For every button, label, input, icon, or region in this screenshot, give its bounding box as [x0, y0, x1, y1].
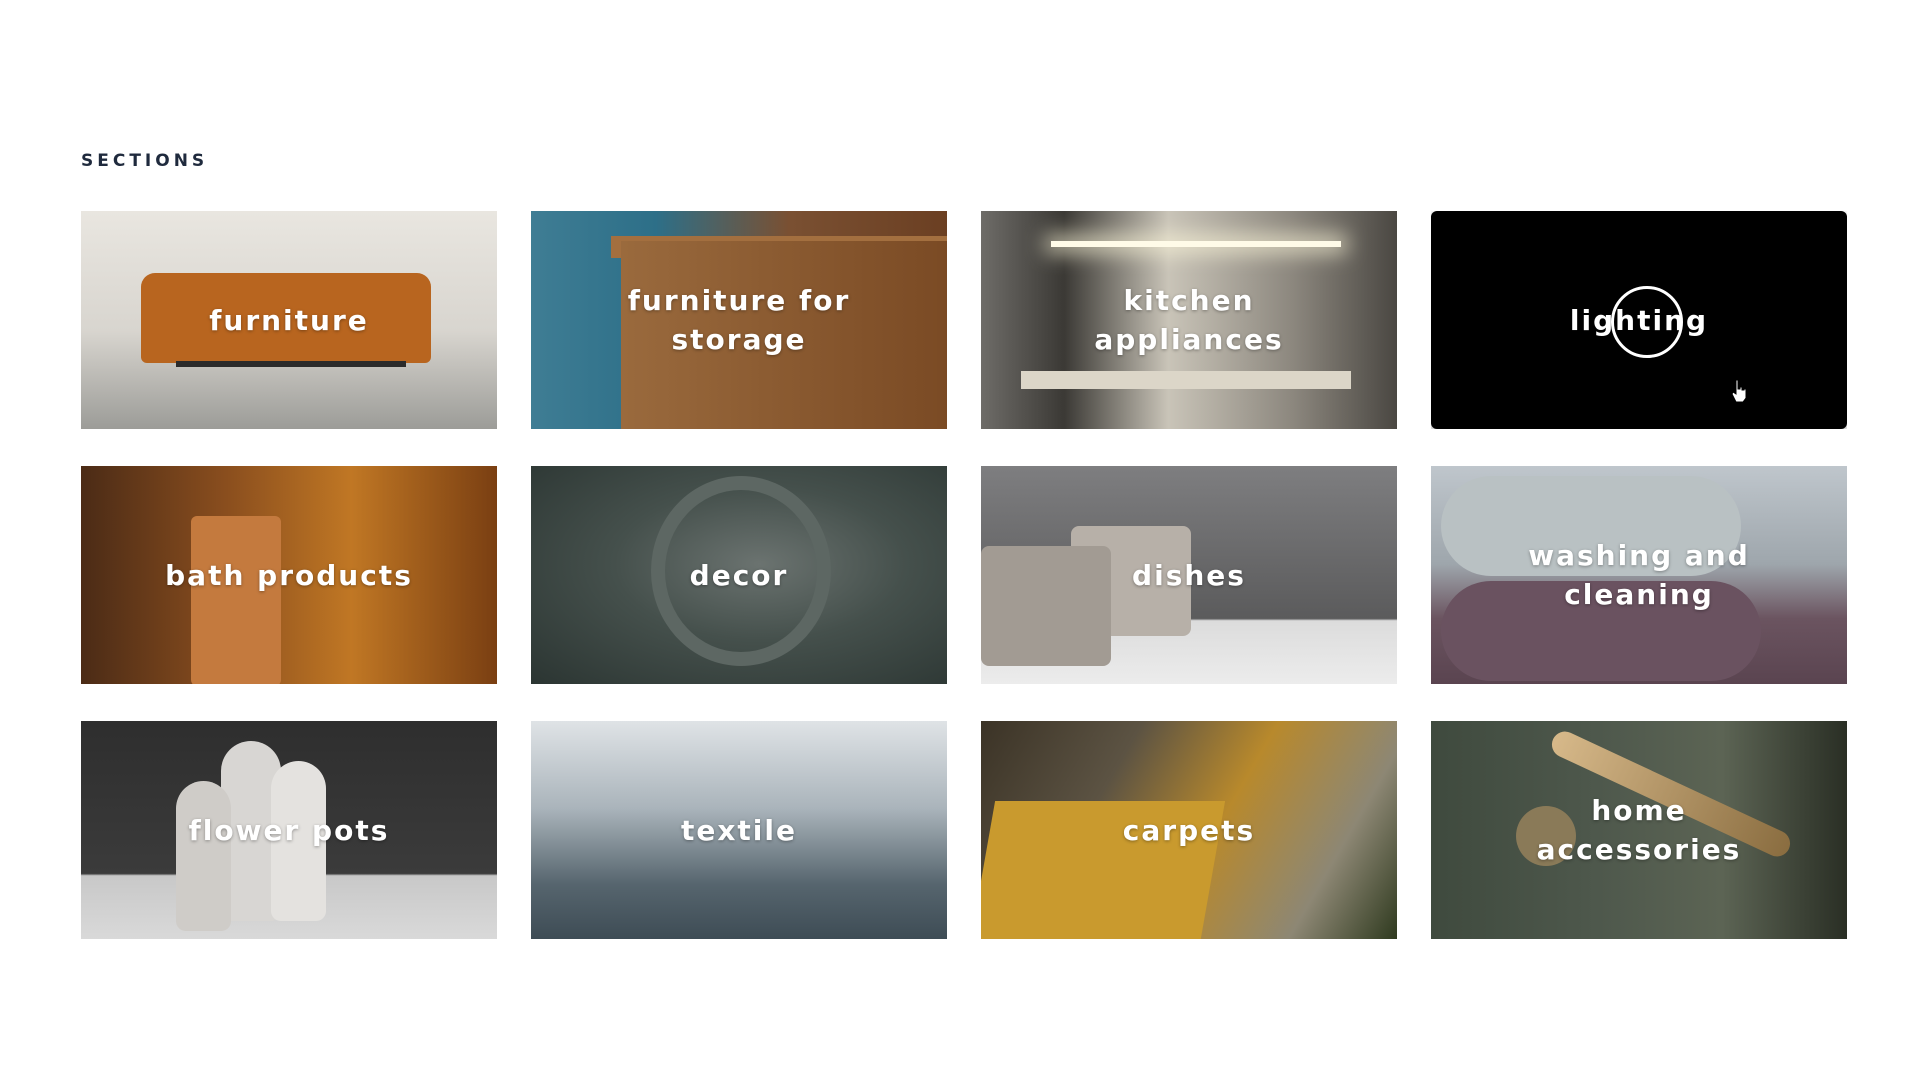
- tile-label: dishes: [1132, 558, 1246, 592]
- kitchen-light: [1051, 241, 1341, 247]
- tile-home-accessories[interactable]: home accessories: [1431, 721, 1847, 939]
- towel-image: [191, 516, 281, 684]
- sofa-legs: [176, 361, 406, 367]
- tile-textile[interactable]: textile: [531, 721, 947, 939]
- tile-carpets[interactable]: carpets: [981, 721, 1397, 939]
- tile-label: furniture for storage: [627, 284, 851, 356]
- sections-heading: SECTIONS: [81, 151, 209, 171]
- vase-image: [176, 781, 231, 931]
- tile-bath-products[interactable]: bath products: [81, 466, 497, 684]
- sections-grid: furniture furniture for storage kitchen …: [81, 211, 1849, 939]
- tile-kitchen-appliances[interactable]: kitchen appliances: [981, 211, 1397, 429]
- hand-pointer-icon: [1731, 379, 1747, 403]
- tile-dishes[interactable]: dishes: [981, 466, 1397, 684]
- tile-furniture[interactable]: furniture: [81, 211, 497, 429]
- tile-flower-pots[interactable]: flower pots: [81, 721, 497, 939]
- tile-lighting[interactable]: lighting: [1431, 211, 1847, 429]
- tile-label: flower pots: [188, 813, 390, 847]
- tile-furniture-for-storage[interactable]: furniture for storage: [531, 211, 947, 429]
- bowl-image: [981, 546, 1111, 666]
- tile-decor[interactable]: decor: [531, 466, 947, 684]
- tile-label: furniture: [209, 303, 369, 337]
- tile-label: bath products: [165, 558, 413, 592]
- tile-label: washing and cleaning: [1528, 539, 1750, 611]
- focus-ring: [1611, 286, 1683, 358]
- tile-label: carpets: [1122, 813, 1256, 847]
- kitchen-counter: [1021, 371, 1351, 389]
- tile-label: home accessories: [1536, 794, 1742, 866]
- tile-label: kitchen appliances: [1094, 284, 1284, 356]
- tile-washing-and-cleaning[interactable]: washing and cleaning: [1431, 466, 1847, 684]
- tile-label: decor: [689, 558, 789, 592]
- tile-label: textile: [680, 813, 797, 847]
- page: SECTIONS furniture furniture for storage…: [0, 0, 1920, 1080]
